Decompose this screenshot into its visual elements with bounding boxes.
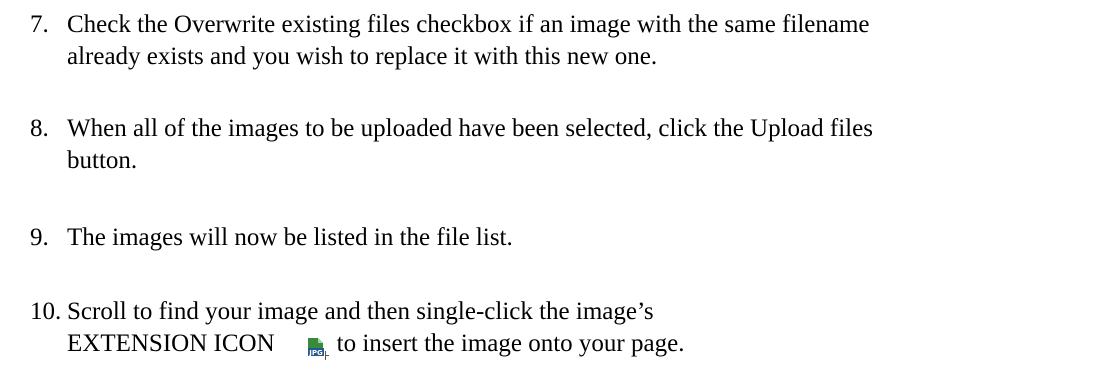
step-number: 8. [30,115,49,142]
step-number: 9. [30,224,49,251]
step-text-line-2: button. [67,147,138,174]
step-text-before-icon: EXTENSION ICON [67,330,275,357]
jpg-file-icon: JPG [305,337,329,369]
step-text-line-1: Check the Overwrite existing files check… [67,11,870,38]
step-number: 10. [30,298,62,325]
step-text-after-icon: to insert the image onto your page. [336,330,685,357]
step-number: 7. [30,11,49,38]
step-text-line-1: The images will now be listed in the fil… [67,224,513,251]
instruction-document: 7. Check the Overwrite existing files ch… [0,0,1112,381]
step-text-line-1: When all of the images to be uploaded ha… [67,115,873,142]
step-text-line-2: EXTENSION ICON JPG to insert the image o… [67,328,684,361]
step-text-line-2: already exists and you wish to replace i… [67,43,658,70]
step-text-line-1: Scroll to find your image and then singl… [67,298,654,325]
jpg-icon-label: JPG [308,349,323,357]
